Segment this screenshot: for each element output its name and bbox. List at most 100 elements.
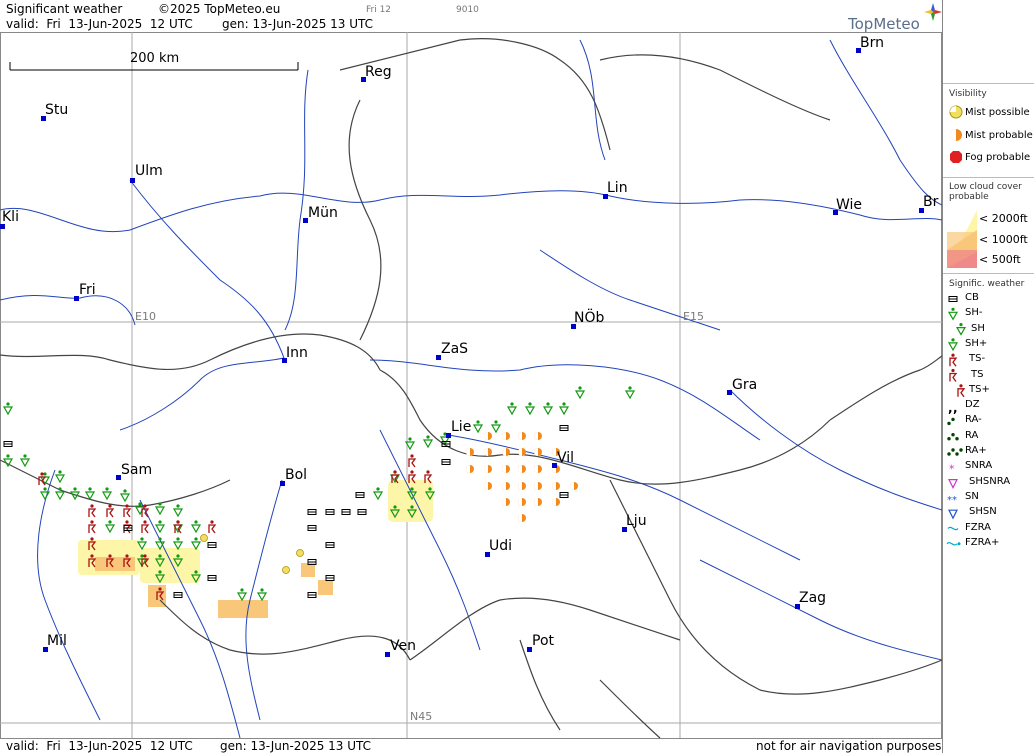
shower-symbol — [236, 588, 248, 602]
cb-symbol — [3, 441, 13, 447]
mist-probable-symbol — [518, 432, 526, 440]
mist-probable-symbol — [484, 482, 492, 490]
fog-probable-icon — [950, 151, 962, 163]
mist-possible-icon — [949, 105, 963, 119]
shower-symbol — [2, 402, 14, 416]
mist-possible-symbol — [200, 534, 208, 542]
svg-text:,: , — [948, 401, 953, 415]
city-label-br: Br — [923, 194, 939, 210]
cb-symbol — [173, 592, 183, 598]
mist-probable-symbol — [502, 465, 510, 473]
svg-text:**: ** — [947, 495, 957, 506]
copyright: ©2025 TopMeteo.eu — [158, 2, 281, 16]
legend-divider — [943, 177, 1034, 178]
city-label-kli: Kli — [2, 209, 19, 225]
city-label-stu: Stu — [45, 102, 69, 118]
freezing-rain-heavy-icon — [946, 542, 961, 546]
shower-symbol — [154, 537, 166, 551]
rivers — [0, 39, 942, 739]
thunderstorm-symbol — [949, 368, 958, 382]
map-canvas — [0, 32, 942, 739]
low-cloud-gradient-icon — [947, 210, 977, 268]
city-label-brn: Brn — [860, 35, 884, 51]
shower-symbol — [69, 487, 81, 501]
cb-symbol — [307, 592, 317, 598]
city-label-vil: Vil — [557, 450, 575, 466]
shower-symbol — [574, 386, 586, 400]
city-label-lju: Lju — [626, 513, 647, 529]
city-label-zas: ZaS — [441, 341, 469, 357]
chart-title: Significant weather — [6, 2, 123, 16]
city-label-reg: Reg — [365, 64, 392, 80]
drizzle-icon: ,, — [948, 401, 958, 415]
city-label-mil: Mil — [47, 633, 67, 649]
shower-symbol — [624, 386, 636, 400]
shower-symbol — [472, 420, 484, 434]
cb-symbol — [948, 296, 958, 302]
shower-symbol — [490, 420, 502, 434]
legend-visibility-title: Visibility — [949, 89, 987, 99]
legend-label-ra: RA — [965, 429, 979, 441]
shower-symbol — [39, 487, 51, 501]
mist-probable-symbol — [570, 482, 578, 490]
legend-label-sh-plus: SH+ — [965, 337, 988, 349]
shower-symbol — [154, 520, 166, 534]
shower-symbol — [172, 504, 184, 518]
scale-bar-label: 200 km — [130, 51, 180, 66]
cb-symbol — [341, 509, 351, 515]
city-label-inn: Inn — [286, 345, 308, 361]
thunderstorm-symbol — [123, 520, 132, 534]
mist-probable-symbol — [466, 448, 474, 456]
mist-probable-symbol — [466, 465, 474, 473]
grid-label-n45: N45 — [410, 710, 433, 723]
mist-probable-symbol — [518, 482, 526, 490]
legend-panel: Visibility Mist possible Mist probable F… — [942, 0, 1034, 753]
shower-symbol — [172, 537, 184, 551]
mist-probable-symbol — [484, 465, 492, 473]
city-label-pot: Pot — [532, 633, 554, 649]
shower-symbol — [101, 487, 113, 501]
legend-label-shsnra: SHSNRA — [969, 475, 1011, 487]
city-label-zag: Zag — [799, 590, 827, 606]
city-label-mun: Mün — [308, 205, 338, 221]
shower-symbol — [422, 435, 434, 449]
footer-gen-time: gen: 13-Jun-2025 13 UTC — [220, 739, 372, 753]
city-label-nob: NÖb — [574, 310, 605, 326]
legend-sh-icon — [955, 323, 967, 336]
legend-mist-probable: Mist probable — [965, 130, 1033, 141]
legend-label-dz: DZ — [965, 399, 980, 411]
shower-symbol — [54, 470, 66, 484]
gen-time: gen: 13-Jun-2025 13 UTC — [222, 17, 374, 31]
legend-label-sh: SH — [971, 322, 985, 334]
mist-probable-symbol — [502, 482, 510, 490]
mist-probable-symbol — [502, 448, 510, 456]
legend-lc-2000: < 2000ft — [979, 212, 1028, 225]
svg-text:,: , — [953, 401, 958, 415]
legend-sigwx-title: Signific. weather — [949, 279, 1025, 289]
mist-probable-symbol — [534, 465, 542, 473]
cb-symbol — [307, 509, 317, 515]
thunderstorm-symbol — [408, 454, 417, 468]
code-tag: 9010 — [456, 5, 479, 15]
shower-symbol — [19, 454, 31, 468]
shower-symbol — [524, 402, 536, 416]
shower-snow-rain-icon — [948, 479, 958, 489]
shower-symbol — [134, 502, 146, 516]
low-cloud-areas — [78, 480, 433, 618]
legend-lc-500: < 500ft — [979, 253, 1021, 266]
city-label-wie: Wie — [836, 197, 863, 213]
country-borders — [0, 38, 942, 739]
mist-probable-symbol — [518, 498, 526, 506]
mist-probable-symbol — [484, 432, 492, 440]
legend-divider — [943, 273, 1034, 274]
legend-sh-plus-icon — [947, 338, 959, 352]
legend-label-ts-plus: TS+ — [969, 383, 990, 395]
thunderstorm-symbol — [88, 504, 97, 518]
svg-text:*: * — [949, 462, 955, 475]
shower-symbol — [372, 487, 384, 501]
legend-label-ts-minus: TS- — [969, 353, 986, 365]
grid-lines — [0, 32, 942, 738]
city-label-ulm: Ulm — [135, 163, 163, 179]
compass-logo-icon — [924, 3, 942, 21]
legend-label-shsn: SHSN — [969, 506, 997, 518]
